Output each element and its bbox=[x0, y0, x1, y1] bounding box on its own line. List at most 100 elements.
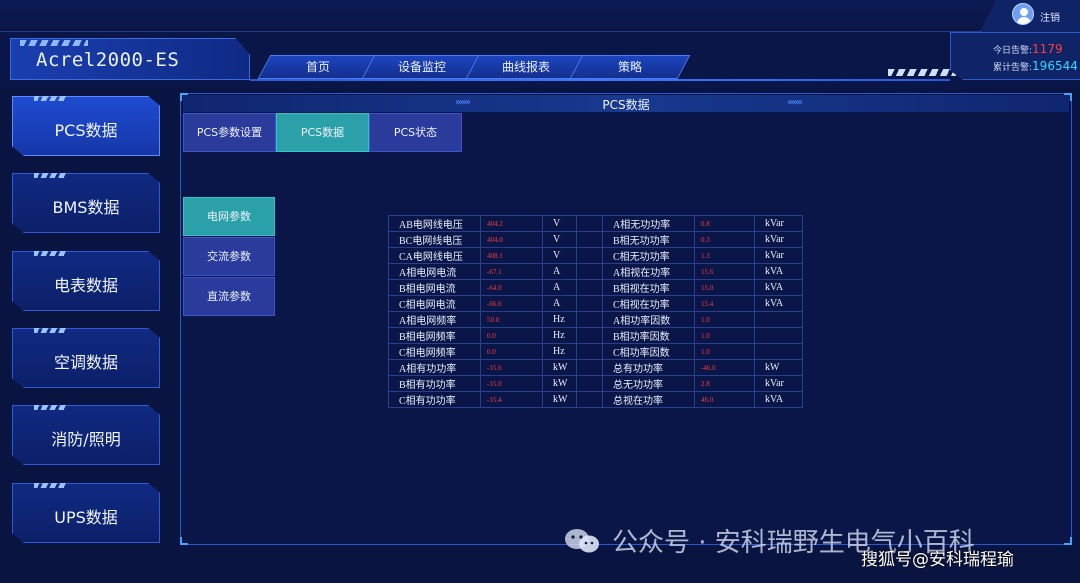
sidebar-stripes bbox=[34, 405, 66, 410]
sidebar-item-label: BMS数据 bbox=[52, 198, 120, 217]
spacer bbox=[576, 359, 603, 376]
param-unit: A bbox=[542, 295, 577, 312]
tab-pcs-data[interactable]: PCS数据 bbox=[276, 113, 369, 152]
param-unit: Hz bbox=[542, 343, 577, 360]
tab-pcs-status[interactable]: PCS状态 bbox=[369, 113, 462, 152]
param-unit: kVA bbox=[754, 391, 803, 408]
param-name: B相有功功率 bbox=[388, 375, 481, 392]
param-unit: kW bbox=[542, 375, 577, 392]
param-name: B相视在功率 bbox=[602, 279, 695, 296]
sidebar-item-bms[interactable]: BMS数据 bbox=[12, 173, 160, 233]
sidebar-stripes bbox=[34, 328, 66, 333]
param-value: -15.6 bbox=[480, 359, 543, 376]
param-value: -15.4 bbox=[480, 391, 543, 408]
param-unit: V bbox=[542, 231, 577, 248]
param-value: 0.8 bbox=[694, 215, 755, 232]
param-name: A相视在功率 bbox=[602, 263, 695, 280]
app-logo: Acrel2000-ES bbox=[36, 49, 180, 71]
param-unit: kVA bbox=[754, 263, 803, 280]
param-unit: V bbox=[542, 215, 577, 232]
sidebar-item-meter[interactable]: 电表数据 bbox=[12, 251, 160, 311]
sidebar-item-label: PCS数据 bbox=[54, 121, 118, 140]
param-value: 404.0 bbox=[480, 231, 543, 248]
dc-params-button[interactable]: 直流参数 bbox=[183, 277, 275, 316]
param-unit: kVar bbox=[754, 375, 803, 392]
nav-tab-strategy[interactable]: 策略 bbox=[569, 55, 691, 79]
param-name: B相电网电流 bbox=[388, 279, 481, 296]
today-alarm: 今日告警:1179 bbox=[993, 42, 1063, 56]
param-name: 总无功功率 bbox=[602, 375, 695, 392]
today-alarm-value: 1179 bbox=[1032, 42, 1063, 56]
table-row: AB电网线电压 404.2 V A相无功功率 0.8 kVar bbox=[388, 215, 803, 232]
user-avatar-icon[interactable] bbox=[1012, 3, 1034, 25]
param-unit: kW bbox=[542, 359, 577, 376]
param-unit: kVA bbox=[754, 295, 803, 312]
total-alarm: 累计告警:196544 bbox=[993, 59, 1078, 73]
sidebar-item-ups[interactable]: UPS数据 bbox=[12, 483, 160, 543]
param-name: B相无功功率 bbox=[602, 231, 695, 248]
sidebar-stripes bbox=[34, 483, 66, 488]
param-unit: kVar bbox=[754, 215, 803, 232]
header-stripes bbox=[888, 69, 956, 76]
param-value: 2.8 bbox=[694, 375, 755, 392]
param-name: C相电网电流 bbox=[388, 295, 481, 312]
param-unit: kW bbox=[542, 391, 577, 408]
param-name: B相电网频率 bbox=[388, 327, 481, 344]
ac-params-button[interactable]: 交流参数 bbox=[183, 237, 275, 276]
param-value: -15.0 bbox=[480, 375, 543, 392]
sidebar-item-label: 电表数据 bbox=[53, 276, 118, 295]
total-alarm-value: 196544 bbox=[1032, 59, 1078, 73]
param-value: -64.0 bbox=[480, 279, 543, 296]
param-value: 404.2 bbox=[480, 215, 543, 232]
logout-button[interactable]: 注销 bbox=[1040, 9, 1060, 24]
param-name: A相功率因数 bbox=[602, 311, 695, 328]
grid-params-button[interactable]: 电网参数 bbox=[183, 197, 275, 236]
param-unit: Hz bbox=[542, 327, 577, 344]
table-row: A相有功功率 -15.6 kW 总有功功率 -46.0 kW bbox=[388, 359, 803, 376]
sidebar-item-pcs[interactable]: PCS数据 bbox=[12, 96, 160, 156]
spacer bbox=[576, 263, 603, 280]
sidebar-stripes bbox=[34, 173, 66, 178]
spacer bbox=[576, 343, 603, 360]
param-name: B相功率因数 bbox=[602, 327, 695, 344]
table-row: A相电网频率 50.0 Hz A相功率因数 1.0 bbox=[388, 311, 803, 328]
param-name: A相有功功率 bbox=[388, 359, 481, 376]
param-value: -46.0 bbox=[694, 359, 755, 376]
spacer bbox=[576, 391, 603, 408]
param-name: C相功率因数 bbox=[602, 343, 695, 360]
param-unit: Hz bbox=[542, 311, 577, 328]
param-value: 0.0 bbox=[480, 327, 543, 344]
param-value: 1.0 bbox=[694, 327, 755, 344]
nav-tab-curve-report[interactable]: 曲线报表 bbox=[465, 55, 587, 79]
table-row: A相电网电流 -67.1 A A相视在功率 15.6 kVA bbox=[388, 263, 803, 280]
param-name: C相视在功率 bbox=[602, 295, 695, 312]
param-unit bbox=[754, 343, 803, 360]
nav-tab-label: 曲线报表 bbox=[501, 60, 550, 74]
panel-title: PCS数据 bbox=[602, 98, 650, 112]
nav-tab-label: 设备监控 bbox=[397, 60, 446, 74]
param-name: A相无功功率 bbox=[602, 215, 695, 232]
param-value: -66.6 bbox=[480, 295, 543, 312]
nav-tab-home[interactable]: 首页 bbox=[257, 55, 379, 79]
table-row: C相电网频率 0.0 Hz C相功率因数 1.0 bbox=[388, 343, 803, 360]
param-name: AB电网线电压 bbox=[388, 215, 481, 232]
panel-corner bbox=[1064, 537, 1072, 545]
param-value: 0.3 bbox=[694, 231, 755, 248]
panel-corner bbox=[180, 537, 188, 545]
param-name: BC电网线电压 bbox=[388, 231, 481, 248]
param-unit: kW bbox=[754, 359, 803, 376]
param-unit: kVar bbox=[754, 247, 803, 264]
nav-tab-device-monitor[interactable]: 设备监控 bbox=[361, 55, 483, 79]
logo-stripes bbox=[20, 40, 88, 46]
param-unit: A bbox=[542, 279, 577, 296]
param-name: CA电网线电压 bbox=[388, 247, 481, 264]
param-value: 15.6 bbox=[694, 263, 755, 280]
param-value: 1.0 bbox=[694, 311, 755, 328]
nav-tab-label: 首页 bbox=[305, 60, 330, 74]
sidebar-item-aircon[interactable]: 空调数据 bbox=[12, 328, 160, 388]
tab-pcs-settings[interactable]: PCS参数设置 bbox=[183, 113, 276, 152]
sidebar-item-fire-lighting[interactable]: 消防/照明 bbox=[12, 405, 160, 465]
spacer bbox=[576, 311, 603, 328]
param-unit: V bbox=[542, 247, 577, 264]
param-value: 1.0 bbox=[694, 343, 755, 360]
